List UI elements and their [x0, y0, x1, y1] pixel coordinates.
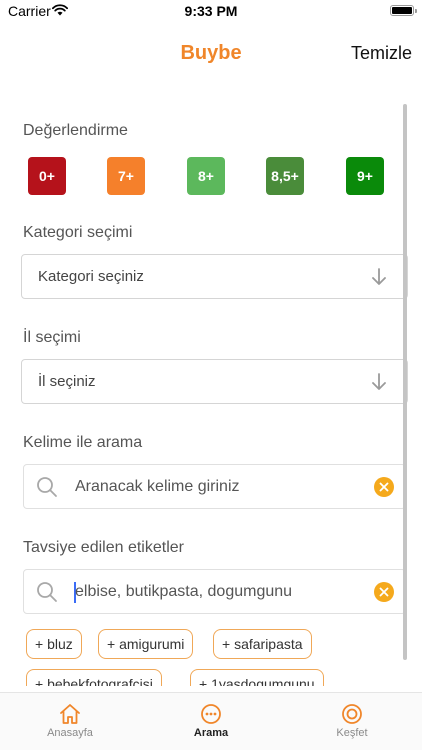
keyword-title: Kelime ile arama	[23, 434, 143, 451]
status-time: 9:33 PM	[184, 3, 238, 19]
tab-bar: Anasayfa Arama Keşfet	[0, 692, 422, 750]
tags-search-placeholder: elbise, butikpasta, dogumgunu	[75, 583, 293, 600]
home-icon	[60, 704, 80, 724]
tag-chip[interactable]: + safaripasta	[213, 629, 312, 659]
tag-chip[interactable]: + bebekfotografcisi	[26, 669, 162, 686]
target-icon	[342, 704, 362, 724]
search-icon	[37, 477, 57, 497]
tag-chip[interactable]: + 1yasdogumgunu	[190, 669, 324, 686]
status-bar: Carrier 9:33 PM	[0, 0, 422, 22]
tag-chip[interactable]: + amigurumi	[98, 629, 194, 659]
tab-home[interactable]: Anasayfa	[10, 697, 130, 745]
scrollbar[interactable]	[403, 104, 407, 660]
clear-input-icon[interactable]	[374, 582, 394, 602]
clear-button[interactable]: Temizle	[351, 43, 412, 64]
clear-input-icon[interactable]	[374, 477, 394, 497]
keyword-search-placeholder: Aranacak kelime giriniz	[75, 478, 240, 495]
city-select-placeholder: İl seçiniz	[38, 373, 96, 390]
keyword-search-input[interactable]: Aranacak kelime giriniz	[23, 464, 406, 509]
more-circle-icon	[201, 704, 221, 724]
rating-chip-7[interactable]: 7+	[107, 157, 145, 195]
city-title: İl seçimi	[23, 329, 81, 346]
search-icon	[37, 582, 57, 602]
rating-chip-0[interactable]: 0+	[28, 157, 66, 195]
category-select[interactable]: Kategori seçiniz	[21, 254, 408, 299]
tab-search[interactable]: Arama	[151, 697, 271, 745]
city-select[interactable]: İl seçiniz	[21, 359, 408, 404]
tab-discover[interactable]: Keşfet	[292, 697, 412, 745]
arrow-down-icon	[372, 373, 386, 390]
tab-discover-label: Keşfet	[336, 727, 368, 739]
rating-title: Değerlendirme	[23, 122, 128, 139]
rating-chips: 0+ 7+ 8+ 8,5+ 9+	[28, 157, 384, 195]
arrow-down-icon	[372, 268, 386, 285]
tags-title: Tavsiye edilen etiketler	[23, 539, 184, 556]
tab-search-label: Arama	[193, 727, 229, 739]
rating-chip-8[interactable]: 8+	[187, 157, 225, 195]
category-title: Kategori seçimi	[23, 224, 133, 241]
category-select-placeholder: Kategori seçiniz	[38, 268, 144, 285]
rating-chip-9[interactable]: 9+	[346, 157, 384, 195]
tab-home-label: Anasayfa	[47, 727, 93, 739]
tags-search-input[interactable]: elbise, butikpasta, dogumgunu	[23, 569, 406, 614]
battery-icon	[390, 5, 417, 16]
tag-chip[interactable]: + bluz	[26, 629, 82, 659]
rating-chip-8-5[interactable]: 8,5+	[266, 157, 304, 195]
tag-list: + bluz + amigurumi + safaripasta + bebek…	[0, 620, 422, 686]
